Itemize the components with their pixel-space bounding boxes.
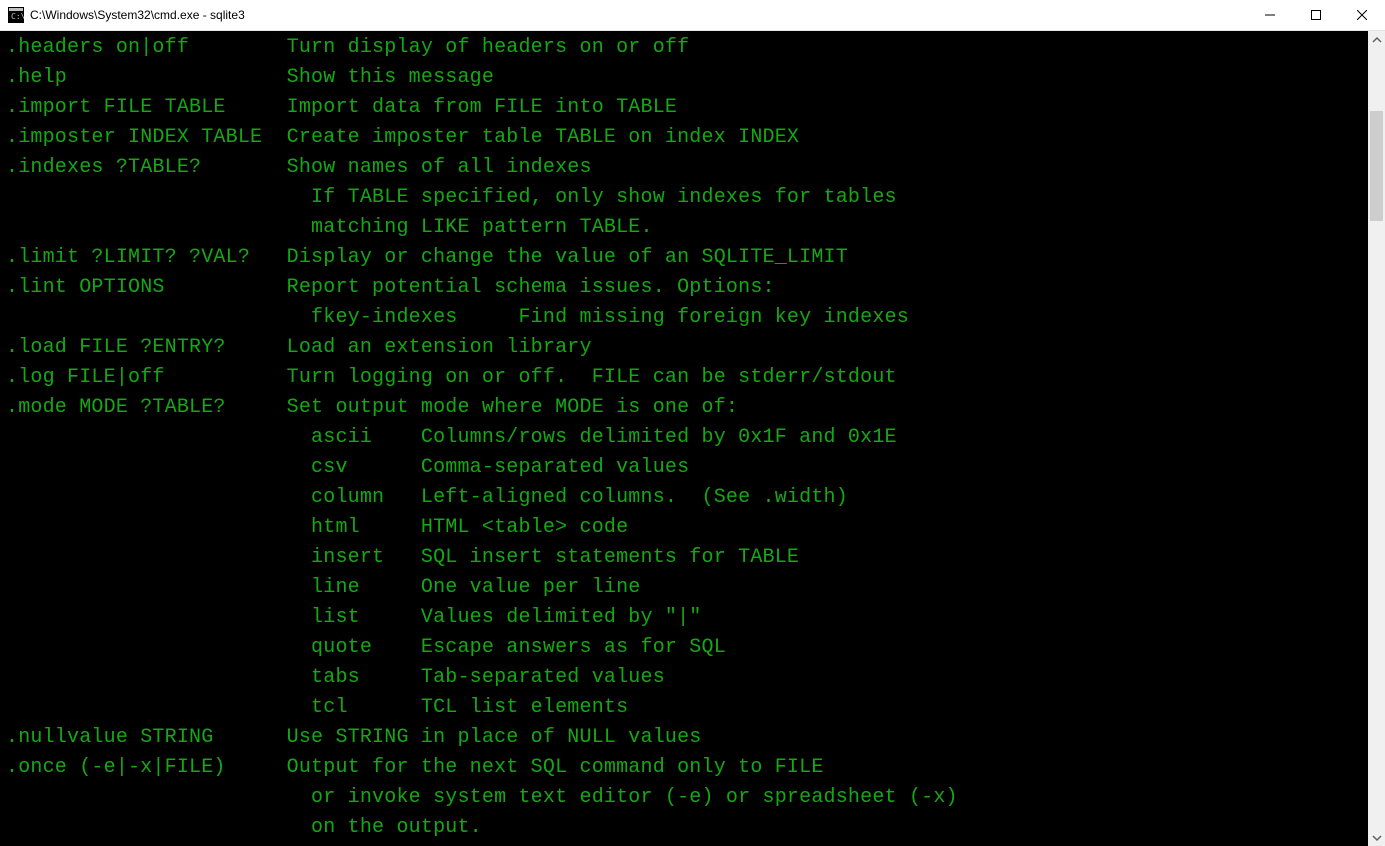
window-controls [1247,0,1385,30]
vertical-scrollbar[interactable] [1368,31,1385,846]
scrollbar-thumb[interactable] [1370,111,1383,221]
close-button[interactable] [1339,0,1385,30]
maximize-button[interactable] [1293,0,1339,30]
minimize-button[interactable] [1247,0,1293,30]
titlebar[interactable]: C:\ C:\Windows\System32\cmd.exe - sqlite… [0,0,1385,31]
terminal-output[interactable]: .headers on|off Turn display of headers … [0,31,1368,846]
window-title: C:\Windows\System32\cmd.exe - sqlite3 [30,8,1247,22]
scroll-down-arrow-icon[interactable] [1368,829,1385,846]
client-area: .headers on|off Turn display of headers … [0,31,1385,846]
svg-text:C:\: C:\ [11,12,24,21]
cmd-app-icon: C:\ [8,7,24,23]
scroll-up-arrow-icon[interactable] [1368,31,1385,48]
cmd-window: C:\ C:\Windows\System32\cmd.exe - sqlite… [0,0,1385,846]
